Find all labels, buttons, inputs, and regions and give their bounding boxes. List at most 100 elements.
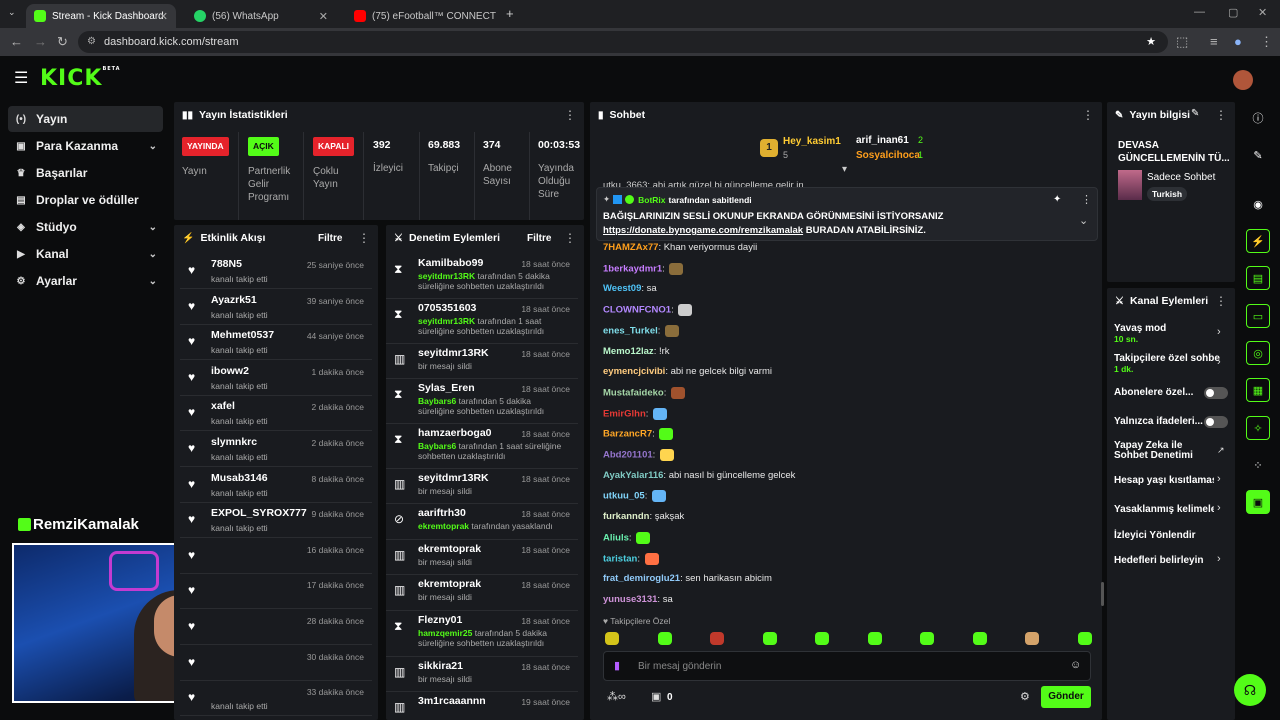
chat-settings-icon[interactable]: ⚙ xyxy=(1020,690,1030,703)
activity-user[interactable]: Mehmet0537 xyxy=(211,329,274,341)
emote-button[interactable] xyxy=(920,632,934,645)
send-button[interactable]: Gönder xyxy=(1041,686,1091,708)
chat-username[interactable]: AyakYalar116 xyxy=(603,470,663,481)
url-input[interactable]: ⚙ dashboard.kick.com/stream ★ xyxy=(78,31,1168,53)
external-link-icon[interactable]: ↗ xyxy=(1217,445,1225,456)
account-age-setting[interactable]: Hesap yaşı kısıtlaması xyxy=(1114,475,1214,486)
moderated-user[interactable]: Kamilbabo99 xyxy=(418,257,483,269)
close-window-icon[interactable]: ✕ xyxy=(1258,6,1267,19)
chat-username[interactable]: Weest09 xyxy=(603,283,641,294)
profile-icon[interactable]: ● xyxy=(1234,34,1242,49)
banned-words-setting[interactable]: Yasaklanmış kelimeler xyxy=(1114,504,1214,515)
new-tab-icon[interactable]: + xyxy=(506,6,514,21)
chat-username[interactable]: 1berkaydmr1 xyxy=(603,263,662,274)
chat-username[interactable]: EmirGlhn xyxy=(603,408,646,419)
followers-only-setting[interactable]: Takipçilere özel sohbe 1 dk. xyxy=(1114,353,1228,374)
more-options-icon[interactable]: ⋮ xyxy=(1215,108,1227,122)
hamburger-menu-icon[interactable]: ☰ xyxy=(14,68,28,88)
edit-icon[interactable]: ✎ xyxy=(1191,108,1199,119)
sidebar-item-yayin[interactable]: (•) Yayın xyxy=(8,106,163,132)
close-tab-icon[interactable]: ✕ xyxy=(319,10,328,23)
sidebar-item-ayarlar[interactable]: ⚙ Ayarlar ⌄ xyxy=(8,268,163,294)
site-info-icon[interactable]: ⚙ xyxy=(87,31,96,53)
reload-icon[interactable]: ↻ xyxy=(57,34,68,50)
chevron-right-icon[interactable]: › xyxy=(1217,326,1221,338)
sidebar-item-para-kazanma[interactable]: ▣ Para Kazanma ⌄ xyxy=(8,133,163,159)
moderated-user[interactable]: seyitdmr13RK xyxy=(418,472,489,484)
kick-logo[interactable]: KICKBETA xyxy=(40,66,121,91)
ai-moderation-setting[interactable]: Yapay Zeka ile Sohbet Denetimi xyxy=(1114,441,1209,461)
user-avatar[interactable] xyxy=(1233,70,1253,90)
more-options-icon[interactable]: ⋮ xyxy=(1081,193,1092,206)
emote-button[interactable] xyxy=(867,632,882,645)
goals-setting[interactable]: Hedefleri belirleyin xyxy=(1114,555,1228,566)
chat-username[interactable]: 7HAMZAx77 xyxy=(603,242,658,253)
extensions-icon[interactable]: ⬚ xyxy=(1176,34,1188,50)
wrench-icon[interactable]: ✧ xyxy=(1246,416,1270,440)
chat-bubble-icon[interactable]: ▭ xyxy=(1246,304,1270,328)
camera-icon[interactable]: ◉ xyxy=(1246,192,1270,216)
moderated-user[interactable]: aariftrh30 xyxy=(418,507,466,519)
chat-username[interactable]: Mustafaideko xyxy=(603,387,664,398)
close-tab-icon[interactable]: ✕ xyxy=(159,10,168,23)
extension-app-icon[interactable]: ▣ xyxy=(1246,490,1270,514)
apps-icon[interactable]: ⁘ xyxy=(1246,453,1270,477)
chat-input[interactable]: ▮ Bir mesaj gönderin ☺ xyxy=(603,651,1091,681)
info-icon[interactable]: ⓘ xyxy=(1246,106,1270,130)
emote-button[interactable] xyxy=(657,632,672,645)
moderator-name[interactable]: Baybars6 xyxy=(418,396,456,406)
activity-user[interactable]: 788N5 xyxy=(211,258,242,270)
chat-username[interactable]: utkuu_05 xyxy=(603,491,645,502)
leader-name[interactable]: arif_inan61 xyxy=(856,135,909,146)
chat-username[interactable]: yunuse3131 xyxy=(603,594,657,605)
more-options-icon[interactable]: ⋮ xyxy=(564,108,576,122)
expand-leaderboard-icon[interactable]: ▾ xyxy=(842,164,847,175)
chat-username[interactable]: CLOWNFCNO1 xyxy=(603,305,671,316)
emote-button[interactable] xyxy=(762,632,777,645)
donation-link[interactable]: https://donate.bynogame.com/remzikamalak xyxy=(603,225,803,236)
restore-icon[interactable]: ▢ xyxy=(1228,6,1238,19)
points-icon[interactable]: ⁂∞ xyxy=(607,690,626,703)
emote-button[interactable] xyxy=(815,632,829,645)
moderated-user[interactable]: Flezny01 xyxy=(418,614,462,626)
unpin-icon[interactable]: ✦ xyxy=(1053,194,1061,205)
chat-username[interactable]: Aliuls xyxy=(603,532,629,543)
tab-youtube[interactable]: (75) eFootball™ CONNECT / Ve xyxy=(346,4,496,28)
moderated-user[interactable]: Sylas_Eren xyxy=(418,382,475,394)
chevron-right-icon[interactable]: › xyxy=(1217,473,1221,485)
filter-button[interactable]: Filtre xyxy=(318,233,342,244)
chevron-right-icon[interactable]: › xyxy=(1217,356,1221,368)
moderator-name[interactable]: hamzqemir25 xyxy=(418,628,472,638)
activity-user[interactable]: Ayazrk51 xyxy=(211,294,257,306)
leader-name[interactable]: Sosyalcihoca xyxy=(856,150,920,161)
chat-username[interactable]: frat_demiroglu21 xyxy=(603,573,680,584)
moderated-user[interactable]: sikkira21 xyxy=(418,660,463,672)
emotes-only-toggle[interactable] xyxy=(1204,416,1228,428)
more-options-icon[interactable]: ⋮ xyxy=(1082,108,1094,122)
collapse-pinned-icon[interactable]: ⌄ xyxy=(1079,214,1088,227)
chat-username[interactable]: Memo12laz xyxy=(603,346,654,357)
sidebar-item-studyo[interactable]: ◈ Stüdyo ⌄ xyxy=(8,214,163,240)
moderator-name[interactable]: seyitdmr13RK xyxy=(418,316,475,326)
chat-username[interactable]: Abd201101 xyxy=(603,450,653,461)
moderated-user[interactable]: ekremtoprak xyxy=(418,543,481,555)
activity-user[interactable]: slymnkrc xyxy=(211,436,257,448)
moderator-name[interactable]: seyitdmr13RK xyxy=(418,271,475,281)
pencil-icon[interactable]: ✎ xyxy=(1246,143,1270,167)
emoji-picker-icon[interactable]: ☺ xyxy=(1070,659,1081,671)
sidebar-item-kanal[interactable]: ▶ Kanal ⌄ xyxy=(8,241,163,267)
layout-icon[interactable]: ▦ xyxy=(1246,378,1270,402)
emote-button[interactable] xyxy=(972,632,987,645)
reading-list-icon[interactable]: ≡ xyxy=(1210,34,1218,49)
tab-kick-dashboard[interactable]: Stream - Kick Dashboard ✕ xyxy=(26,4,176,28)
moderated-user[interactable]: 0705351603 xyxy=(418,302,476,314)
tab-search-icon[interactable]: ⌄ xyxy=(8,7,16,18)
moderated-user[interactable]: 3m1rcaaannn xyxy=(418,695,486,707)
moderated-user[interactable]: seyitdmr13RK xyxy=(418,347,489,359)
emote-button[interactable] xyxy=(605,632,619,645)
leader-name[interactable]: Hey_kasim1 xyxy=(783,136,841,147)
moderator-name[interactable]: ekremtoprak xyxy=(418,521,469,531)
subscribers-only-toggle[interactable] xyxy=(1204,387,1228,399)
chat-scrollbar[interactable] xyxy=(1101,582,1104,606)
chat-username[interactable]: furkanndn xyxy=(603,511,649,522)
